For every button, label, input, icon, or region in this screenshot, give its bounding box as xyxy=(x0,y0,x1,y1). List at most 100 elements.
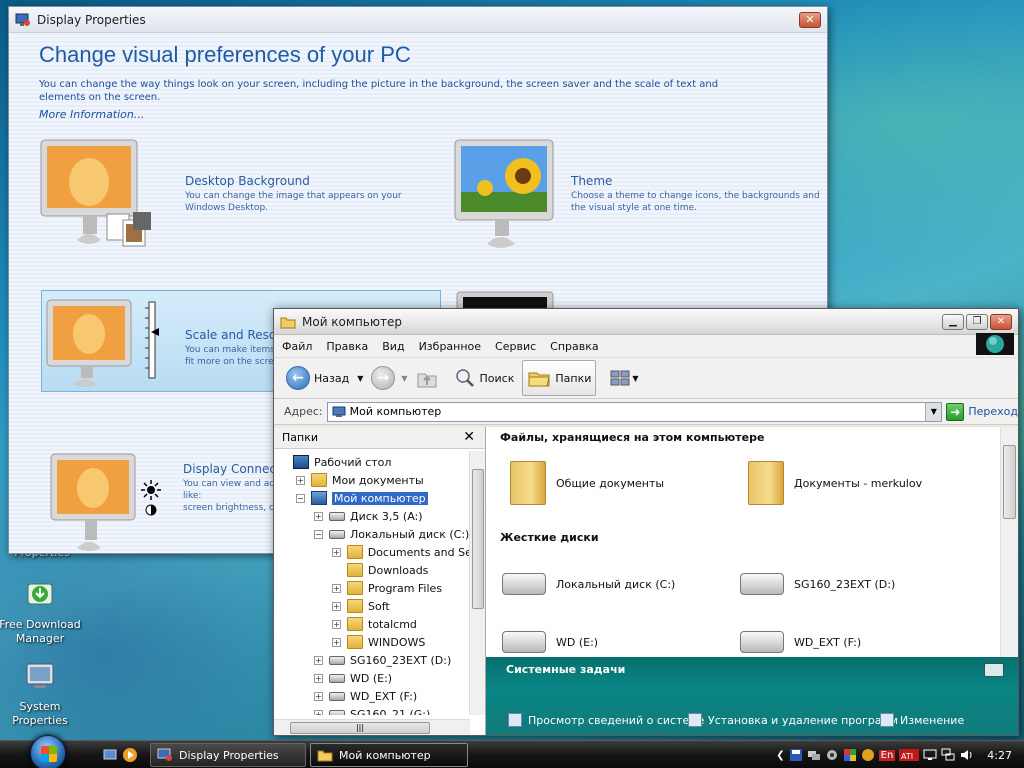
view-system-info-link[interactable]: Просмотр сведений о системе xyxy=(508,713,704,727)
collapse-icon[interactable]: − xyxy=(296,493,305,503)
shared-documents-folder[interactable]: Общие документы xyxy=(510,461,664,505)
folders-button[interactable]: Папки xyxy=(522,360,597,396)
maximize-button[interactable]: ❐ xyxy=(966,314,988,330)
scrollbar-thumb[interactable] xyxy=(1003,445,1016,519)
tree-item[interactable]: + Диск 3,5 (A:) xyxy=(274,507,470,525)
files-vertical-scrollbar[interactable] xyxy=(1000,427,1018,657)
network-connection-icon[interactable] xyxy=(941,748,955,762)
scrollbar-thumb[interactable]: ||| xyxy=(290,722,430,734)
scale-resolution-icon[interactable] xyxy=(43,298,169,388)
more-information-link[interactable]: More Information... xyxy=(39,108,144,121)
tree-item[interactable]: − Локальный диск (C:) xyxy=(274,525,470,543)
update-icon[interactable] xyxy=(861,748,875,762)
tree-item[interactable]: + WINDOWS xyxy=(274,633,470,651)
tree-item[interactable]: + Soft xyxy=(274,597,470,615)
menu-item-help[interactable]: Справка xyxy=(550,340,598,353)
show-desktop-icon[interactable] xyxy=(102,747,118,763)
drive-d[interactable]: SG160_23EXT (D:) xyxy=(740,573,895,595)
chevron-down-icon[interactable]: ▼ xyxy=(925,402,942,421)
expand-icon[interactable]: + xyxy=(296,475,305,485)
tree-vertical-scrollbar[interactable] xyxy=(469,451,485,715)
gear-icon[interactable] xyxy=(825,748,839,762)
display-properties-titlebar[interactable]: Display Properties xyxy=(9,7,827,33)
views-button[interactable]: ▼ xyxy=(610,370,639,386)
forward-button[interactable]: → ▼ xyxy=(371,366,408,390)
minimize-button[interactable]: ▁ xyxy=(942,314,964,330)
expand-icon[interactable]: + xyxy=(314,655,323,665)
tree-item[interactable]: + WD_EXT (F:) xyxy=(274,687,470,705)
start-button[interactable] xyxy=(30,735,66,768)
theme-icon[interactable] xyxy=(451,136,561,256)
display-icon[interactable] xyxy=(923,748,937,762)
display-connections-item[interactable]: Display Connecti You can view and ac lik… xyxy=(183,462,275,514)
item-title[interactable]: Theme xyxy=(571,174,821,188)
theme-item[interactable]: Theme Choose a theme to change icons, th… xyxy=(571,174,821,214)
chevron-down-icon[interactable]: ▼ xyxy=(401,374,407,383)
expand-icon[interactable]: + xyxy=(332,601,341,611)
tree-item[interactable]: Downloads xyxy=(274,561,470,579)
menu-item-file[interactable]: Файл xyxy=(282,340,312,353)
expand-icon[interactable]: + xyxy=(314,511,323,521)
add-remove-programs-link[interactable]: Установка и удаление программ xyxy=(688,713,898,727)
desktop-icon-free-download-manager[interactable]: Free Download Manager xyxy=(0,578,82,646)
chevron-down-icon[interactable]: ▼ xyxy=(357,374,363,383)
close-button[interactable]: ✕ xyxy=(799,12,821,28)
user-documents-folder[interactable]: Документы - merkulov xyxy=(748,461,922,505)
svg-text:ATI: ATI xyxy=(901,752,913,761)
chevron-left-icon[interactable]: ❮ xyxy=(776,750,784,761)
display-connections-icon[interactable] xyxy=(47,452,167,554)
menu-item-favorites[interactable]: Избранное xyxy=(419,340,481,353)
taskbar-item-my-computer[interactable]: Мой компьютер xyxy=(310,743,468,767)
menu-item-view[interactable]: Вид xyxy=(382,340,404,353)
drive-c[interactable]: Локальный диск (C:) xyxy=(502,573,675,595)
tree-item[interactable]: + Program Files xyxy=(274,579,470,597)
save-icon[interactable] xyxy=(789,748,803,762)
scrollbar-thumb[interactable] xyxy=(472,469,484,609)
search-button[interactable]: Поиск xyxy=(454,367,514,389)
expand-icon[interactable]: + xyxy=(314,673,323,683)
expand-icon[interactable]: + xyxy=(314,691,323,701)
media-player-icon[interactable] xyxy=(122,747,138,763)
close-button[interactable]: ✕ xyxy=(990,314,1012,330)
ati-icon[interactable]: ATI xyxy=(899,748,920,762)
security-icon[interactable] xyxy=(843,748,857,762)
my-computer-titlebar[interactable]: Мой компьютер xyxy=(274,309,1018,335)
desktop-background-item[interactable]: Desktop Background You can change the im… xyxy=(185,174,425,214)
item-title[interactable]: Desktop Background xyxy=(185,174,425,188)
tree-item[interactable]: Рабочий стол xyxy=(274,453,470,471)
close-icon[interactable]: ✕ xyxy=(463,429,475,445)
drive-f[interactable]: WD_EXT (F:) xyxy=(740,631,861,653)
item-title[interactable]: Display Connecti xyxy=(183,462,275,476)
go-button[interactable]: ➜ Переход xyxy=(946,402,1018,421)
address-input[interactable]: Мой компьютер ▼ xyxy=(326,401,943,422)
tree-item[interactable]: + Мои документы xyxy=(274,471,470,489)
network-icon[interactable] xyxy=(807,748,821,762)
expand-icon[interactable]: + xyxy=(332,547,341,557)
tree-item[interactable]: + WD (E:) xyxy=(274,669,470,687)
tree-horizontal-scrollbar[interactable]: ||| xyxy=(274,719,470,735)
tree-item[interactable]: + totalcmd xyxy=(274,615,470,633)
tree-item[interactable]: + SG160_23EXT (D:) xyxy=(274,651,470,669)
tree-item[interactable]: + SG160_21 (G:) xyxy=(274,705,470,715)
clock[interactable]: 4:27 xyxy=(987,749,1012,762)
tree-item[interactable]: − Мой компьютер xyxy=(274,489,470,507)
collapse-icon[interactable]: − xyxy=(314,529,323,539)
language-indicator[interactable]: En xyxy=(878,749,896,761)
expand-icon[interactable]: + xyxy=(332,619,341,629)
up-folder-button[interactable] xyxy=(416,367,438,389)
desktop-icon-system-properties[interactable]: System Properties xyxy=(0,660,82,728)
menu-item-edit[interactable]: Правка xyxy=(326,340,368,353)
expand-icon[interactable]: + xyxy=(314,709,323,715)
back-button[interactable]: ← Назад ▼ xyxy=(286,366,363,390)
tree-item[interactable]: + Documents and Settings xyxy=(274,543,470,561)
desktop-background-icon[interactable] xyxy=(37,136,157,256)
volume-icon[interactable] xyxy=(959,748,973,762)
expand-icon[interactable]: + xyxy=(332,583,341,593)
collapse-button[interactable] xyxy=(984,663,1004,677)
chevron-down-icon[interactable]: ▼ xyxy=(632,374,638,383)
taskbar-item-display-properties[interactable]: Display Properties xyxy=(150,743,306,767)
expand-icon[interactable]: + xyxy=(332,637,341,647)
menu-item-tools[interactable]: Сервис xyxy=(495,340,536,353)
drive-e[interactable]: WD (E:) xyxy=(502,631,598,653)
change-setting-link[interactable]: Изменение xyxy=(880,713,964,727)
